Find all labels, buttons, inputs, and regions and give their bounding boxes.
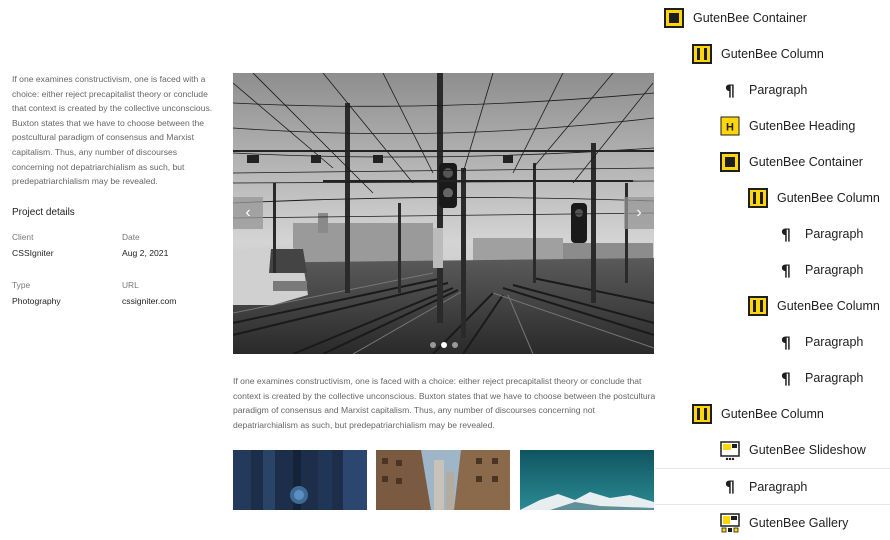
tree-item-label: GutenBee Slideshow [749, 443, 866, 457]
slideshow-dots [233, 342, 654, 348]
tree-item-paragraph[interactable]: ¶ Paragraph [655, 360, 890, 396]
gallery-item-mountain-sea[interactable] [520, 450, 654, 510]
project-details-title: Project details [12, 206, 75, 218]
tree-item-gutenbee-column[interactable]: GutenBee Column [655, 396, 890, 432]
paragraph-icon: ¶ [780, 368, 792, 388]
city-buildings-photo [376, 450, 510, 510]
tree-item-paragraph[interactable]: ¶ Paragraph [655, 324, 890, 360]
tree-item-label: GutenBee Heading [749, 119, 856, 133]
gallery-item-blue-door[interactable] [233, 450, 367, 510]
tree-item-label: GutenBee Column [721, 407, 824, 421]
tree-item-paragraph[interactable]: ¶ Paragraph [655, 72, 890, 108]
gallery-icon [719, 512, 741, 534]
tree-item-paragraph[interactable]: ¶ Paragraph [655, 216, 890, 252]
detail-type-value: Photography [12, 295, 61, 306]
blue-door-photo [233, 450, 367, 510]
tree-item-gutenbee-column[interactable]: GutenBee Column [655, 180, 890, 216]
railway-photo [233, 73, 654, 354]
detail-client-value: CSSIgniter [12, 247, 54, 258]
intro-paragraph: If one examines constructivism, one is f… [12, 74, 213, 187]
slide-dot-2[interactable] [440, 342, 447, 348]
detail-url-value[interactable]: cssigniter.com [122, 296, 222, 306]
gallery [233, 450, 654, 510]
paragraph-icon: ¶ [724, 477, 736, 496]
column-icon [747, 295, 769, 317]
slideshow[interactable]: ‹ › [233, 73, 654, 354]
detail-date-value: Aug 2, 2021 [122, 247, 169, 258]
paragraph-icon: ¶ [724, 80, 736, 100]
column-icon [691, 403, 713, 425]
tree-item-label: Paragraph [805, 227, 864, 241]
tree-item-label: GutenBee Gallery [749, 515, 849, 530]
tree-item-gutenbee-gallery[interactable]: GutenBee Gallery [655, 504, 890, 540]
tree-item-gutenbee-slideshow[interactable]: GutenBee Slideshow [655, 432, 890, 468]
column-icon [747, 187, 769, 209]
container-icon [663, 7, 685, 29]
tree-item-label: GutenBee Column [777, 191, 880, 205]
tree-item-label: Paragraph [805, 263, 864, 277]
tree-item-paragraph[interactable]: ¶ Paragraph [655, 468, 890, 504]
tree-item-paragraph[interactable]: ¶ Paragraph [655, 252, 890, 288]
tree-item-label: Paragraph [749, 479, 808, 494]
slideshow-icon [719, 439, 741, 461]
detail-client: Client CSSIgniter [12, 232, 112, 258]
tree-item-gutenbee-container[interactable]: GutenBee Container [655, 0, 890, 36]
project-details-grid: Client CSSIgniter Date Aug 2, 2021 Type … [12, 232, 217, 342]
tree-item-label: Paragraph [805, 335, 864, 349]
project-sidebar: If one examines constructivism, one is f… [12, 72, 217, 342]
detail-url-label: URL [122, 279, 139, 290]
slide-dot-1[interactable] [429, 342, 436, 348]
detail-client-label: Client [12, 231, 34, 242]
paragraph-icon: ¶ [780, 260, 792, 280]
gallery-item-city-buildings[interactable] [376, 450, 510, 510]
slideshow-next-button[interactable]: › [624, 197, 654, 229]
tree-item-label: GutenBee Column [777, 299, 880, 313]
tree-item-gutenbee-column[interactable]: GutenBee Column [655, 288, 890, 324]
tree-item-gutenbee-container[interactable]: GutenBee Container [655, 144, 890, 180]
slideshow-prev-button[interactable]: ‹ [233, 197, 263, 229]
paragraph-icon: ¶ [780, 332, 792, 352]
chevron-left-icon: ‹ [245, 204, 251, 221]
detail-url: URL cssigniter.com [122, 280, 222, 306]
detail-date: Date Aug 2, 2021 [122, 232, 222, 258]
slide-dot-3[interactable] [451, 342, 458, 348]
chevron-right-icon: › [636, 204, 642, 221]
mountain-sea-photo [520, 450, 654, 510]
tree-item-label: GutenBee Container [693, 11, 807, 25]
column-icon [691, 43, 713, 65]
tree-item-gutenbee-heading[interactable]: H GutenBee Heading [655, 108, 890, 144]
block-navigator: GutenBee Container GutenBee Column ¶ Paragr… [655, 0, 890, 540]
svg-text:H: H [726, 122, 734, 134]
paragraph-icon: ¶ [780, 224, 792, 244]
detail-type-label: Type [12, 279, 31, 290]
body-paragraph: If one examines constructivism, one is f… [233, 376, 658, 430]
tree-item-label: GutenBee Column [721, 47, 824, 61]
tree-item-label: Paragraph [749, 83, 808, 97]
detail-date-label: Date [122, 231, 140, 242]
container-icon [719, 151, 741, 173]
heading-icon: H [719, 115, 741, 137]
detail-type: Type Photography [12, 280, 112, 306]
tree-item-gutenbee-column[interactable]: GutenBee Column [655, 36, 890, 72]
tree-item-label: GutenBee Container [749, 155, 863, 169]
tree-item-label: Paragraph [805, 371, 864, 385]
